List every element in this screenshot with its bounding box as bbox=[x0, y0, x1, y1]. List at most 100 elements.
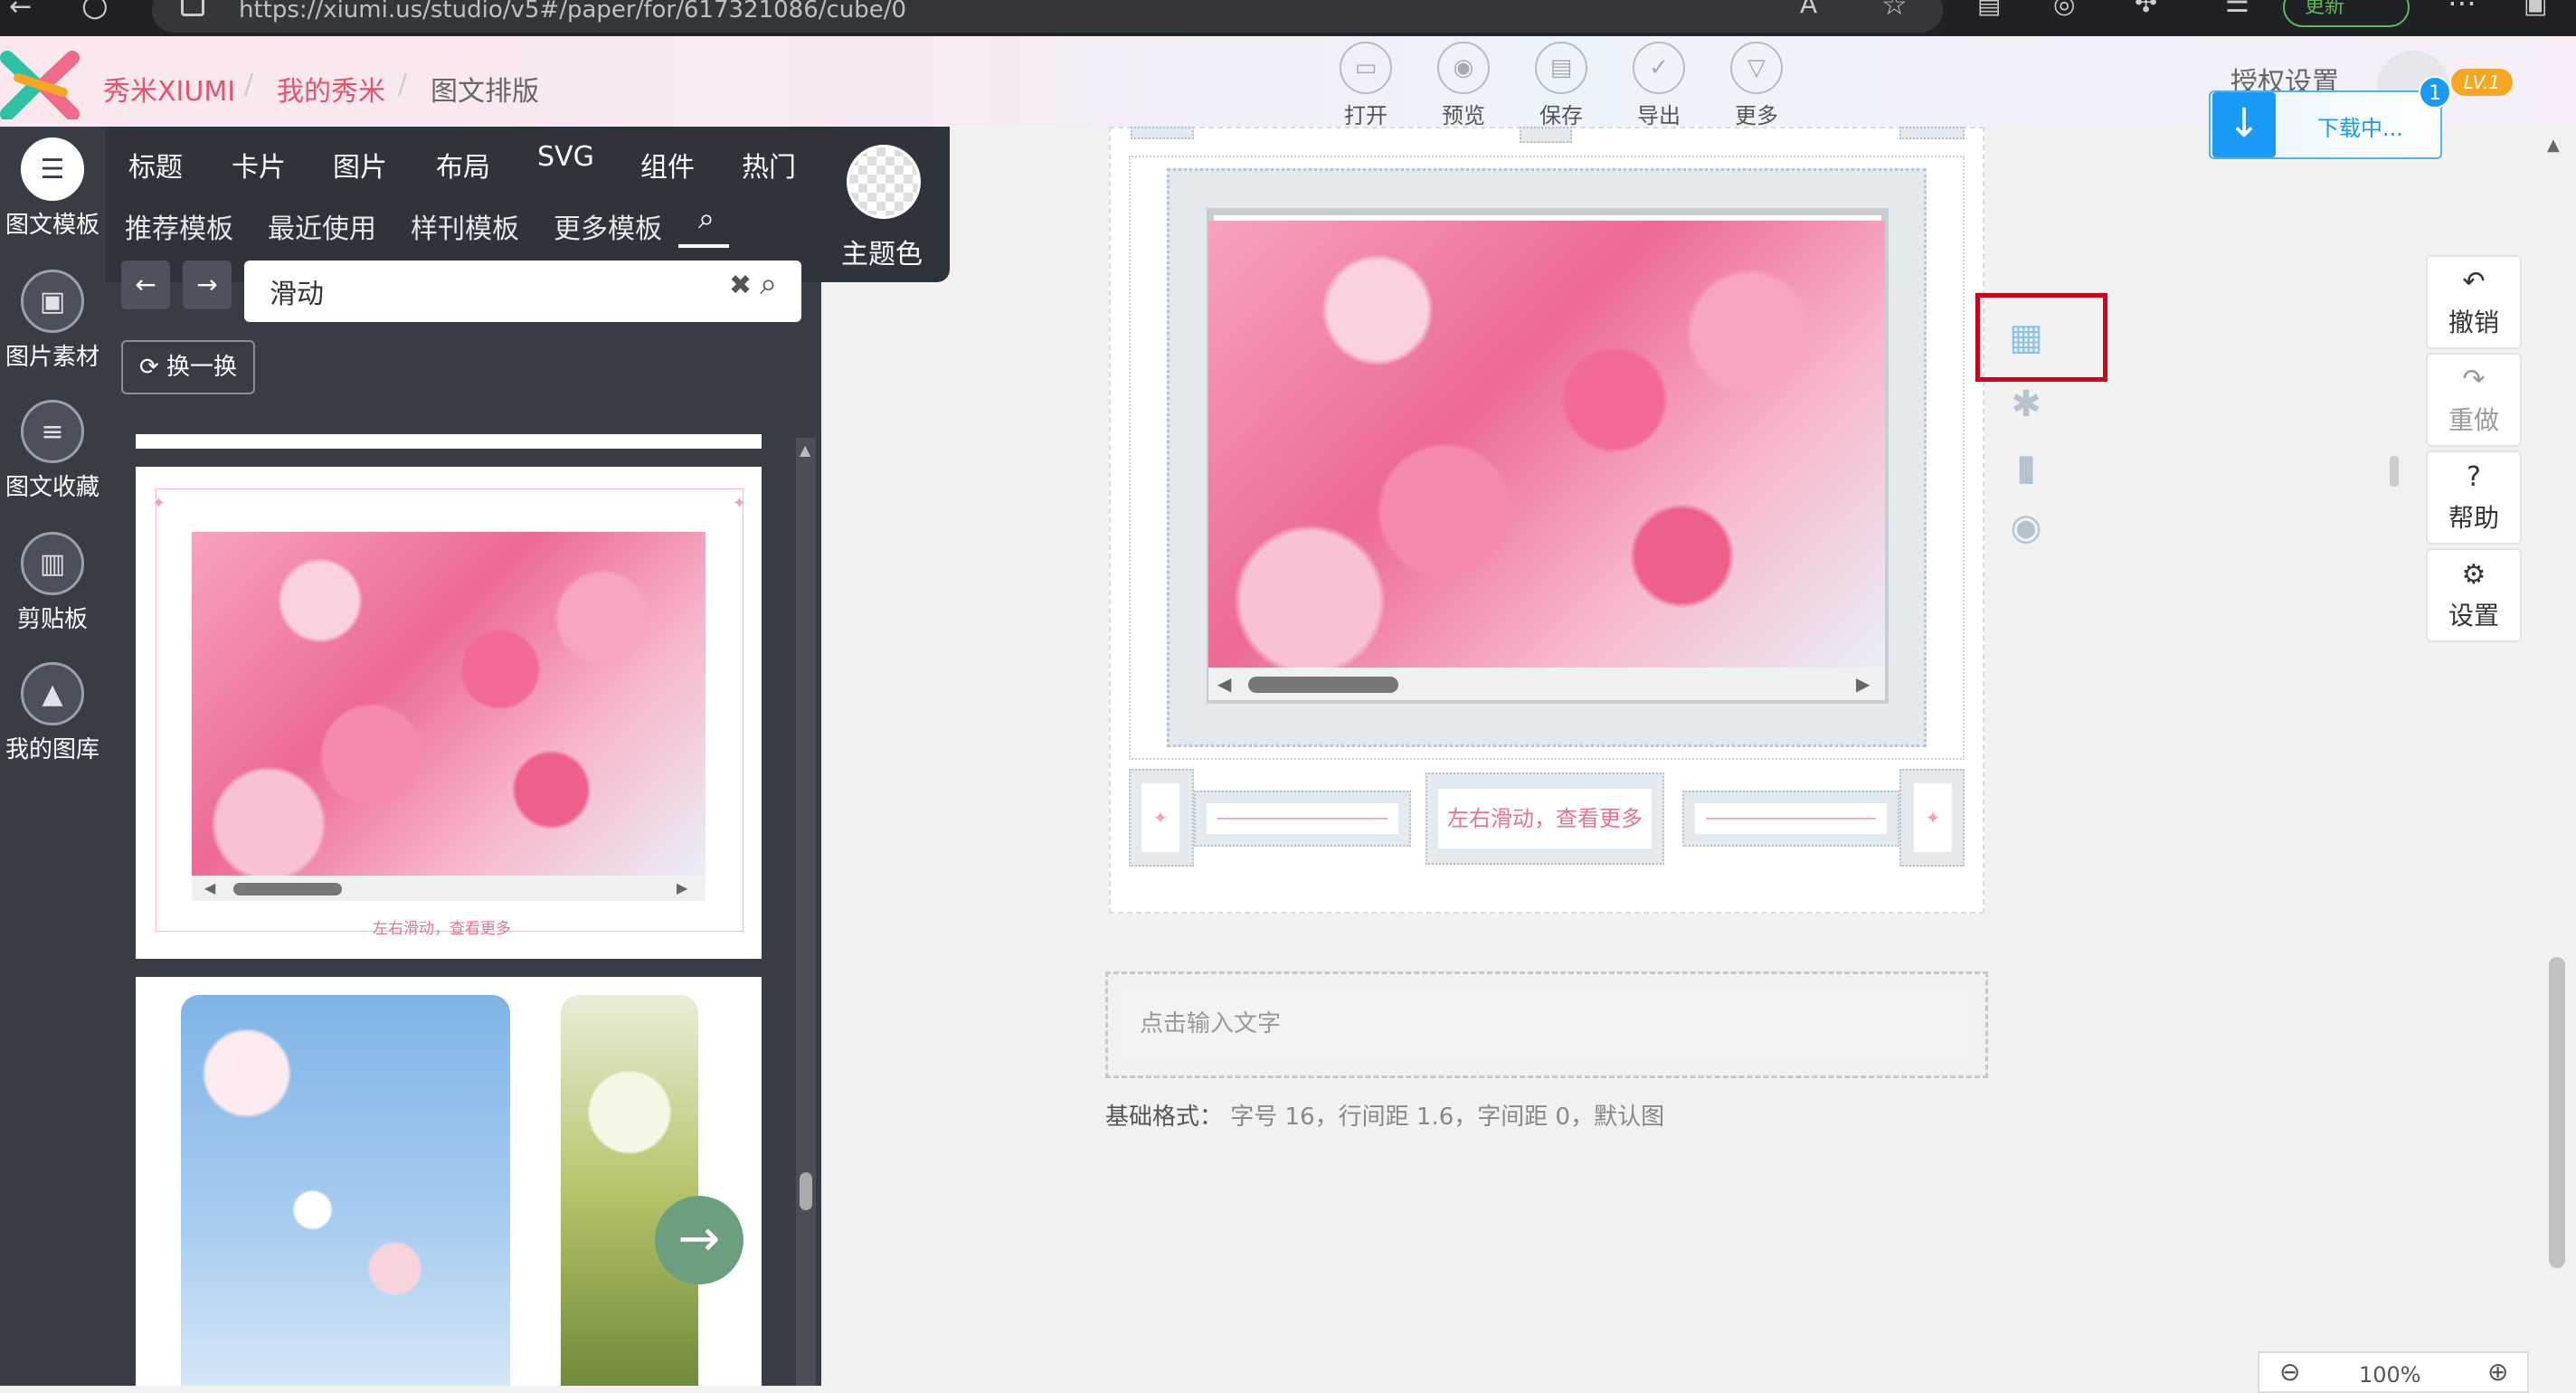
level-badge: LV.1 bbox=[2451, 69, 2513, 96]
main-blossom-image bbox=[1208, 221, 1885, 668]
brand-link[interactable]: 秀米XIUMI bbox=[103, 69, 235, 109]
puzzle-icon[interactable]: ✣ bbox=[2135, 0, 2157, 19]
more-button[interactable]: ▽ 更多 bbox=[1720, 42, 1793, 128]
tab-more-templates[interactable]: 更多模板 bbox=[554, 206, 662, 246]
sidebar-icon[interactable]: ▣ bbox=[2524, 0, 2547, 19]
scroll-left-icon[interactable]: ◀ bbox=[204, 879, 215, 896]
page-scroll-thumb[interactable] bbox=[2549, 957, 2565, 1268]
sparkle-icon: ✦ bbox=[1914, 783, 1952, 852]
template-card-partial[interactable] bbox=[136, 434, 762, 449]
rail-label: 图片素材 bbox=[5, 344, 99, 371]
asterisk-icon[interactable]: ✱ bbox=[1999, 384, 2053, 425]
back-icon[interactable]: ← bbox=[9, 0, 32, 23]
export-button[interactable]: ✓ 导出 bbox=[1623, 42, 1695, 128]
rail-gallery[interactable]: ▲ 我的图库 bbox=[0, 662, 105, 764]
tab-card[interactable]: 卡片 bbox=[232, 145, 286, 185]
rail-images[interactable]: ▣ 图片素材 bbox=[0, 270, 105, 372]
list-icon: ☰ bbox=[21, 137, 84, 201]
download-arrow-icon: ↓ bbox=[2212, 92, 2276, 157]
update-label: 更新 bbox=[2305, 0, 2345, 18]
rail-templates[interactable]: ☰ 图文模板 bbox=[0, 137, 105, 240]
panel-scrollbar[interactable] bbox=[796, 438, 816, 1386]
deco-block bbox=[1131, 127, 1194, 139]
favorites-icon[interactable]: ☰ bbox=[2225, 0, 2249, 19]
tab-layout[interactable]: 布局 bbox=[436, 145, 490, 185]
deco-block bbox=[1520, 127, 1572, 143]
tab-title[interactable]: 标题 bbox=[128, 145, 183, 185]
download-label: 下载中... bbox=[2317, 116, 2403, 141]
address-bar[interactable]: https://xiumi.us/studio/v5#/paper/for/61… bbox=[152, 0, 1943, 33]
open-button[interactable]: ▭ 打开 bbox=[1330, 42, 1402, 128]
forward-arrow-button[interactable]: → bbox=[183, 261, 232, 309]
canvas-scroll-thumb[interactable] bbox=[1248, 677, 1398, 693]
grid-icon[interactable]: ▦ bbox=[1999, 317, 2053, 358]
blossom-image bbox=[192, 532, 706, 876]
settings-button[interactable]: ⚙ 设置 bbox=[2426, 548, 2522, 642]
tab-search-icon[interactable]: ⌕ bbox=[698, 201, 715, 236]
my-xiumi-link[interactable]: 我的秀米 bbox=[277, 69, 385, 109]
image-icon: ▣ bbox=[21, 270, 84, 333]
more-icon: ▽ bbox=[1730, 42, 1783, 94]
search-icon[interactable]: ⌕ bbox=[760, 266, 777, 302]
scroll-right-icon[interactable]: ▶ bbox=[677, 879, 687, 896]
scroll-right-icon[interactable]: ▶ bbox=[1856, 673, 1870, 695]
canvas-caption[interactable]: 左右滑动，查看更多 bbox=[1438, 789, 1652, 848]
tab-sample[interactable]: 样刊模板 bbox=[411, 206, 519, 246]
tab-recent[interactable]: 最近使用 bbox=[268, 206, 376, 246]
menu-dots-icon[interactable]: ⋯ bbox=[2448, 0, 2477, 20]
template-search-input[interactable] bbox=[244, 261, 801, 322]
zoom-out-icon[interactable]: ⊖ bbox=[2279, 1357, 2300, 1387]
section-title: 图文排版 bbox=[431, 76, 539, 108]
redo-button[interactable]: ↷ 重做 bbox=[2426, 353, 2522, 447]
base-format: 基础格式： 字号 16，行间距 1.6，字间距 0，默认图 bbox=[1105, 1098, 1664, 1132]
scroll-up-icon[interactable]: ▲ bbox=[2547, 136, 2560, 155]
zoom-in-icon[interactable]: ⊕ bbox=[2487, 1357, 2508, 1387]
theme-color-swatch[interactable] bbox=[847, 145, 921, 219]
clipboard-icon: ▥ bbox=[21, 532, 84, 595]
sparkle-icon: ✦ bbox=[152, 494, 166, 513]
redo-icon: ↷ bbox=[2462, 364, 2486, 395]
gallery-icon: ▲ bbox=[21, 662, 84, 725]
tab-component[interactable]: 组件 bbox=[640, 145, 695, 185]
site-info-icon[interactable] bbox=[181, 0, 204, 16]
save-button[interactable]: ▤ 保存 bbox=[1525, 42, 1597, 128]
swap-button[interactable]: ⟳ 换一换 bbox=[121, 340, 255, 394]
help-label: 帮助 bbox=[2448, 503, 2499, 533]
tab-hot[interactable]: 热门 bbox=[742, 145, 796, 185]
xiumi-logo[interactable] bbox=[0, 51, 81, 119]
clear-icon[interactable]: ✖ bbox=[729, 270, 752, 301]
rail-favorites[interactable]: ≡ 图文收藏 bbox=[0, 400, 105, 502]
rail-clipboard[interactable]: ▥ 剪贴板 bbox=[0, 532, 105, 634]
open-label: 打开 bbox=[1344, 103, 1387, 128]
collections-icon[interactable]: ▤ bbox=[1977, 0, 2001, 19]
scroll-up-icon[interactable]: ▲ bbox=[800, 441, 810, 459]
read-aloud-icon[interactable]: A bbox=[1800, 0, 1817, 19]
save-icon: ▤ bbox=[1535, 42, 1587, 94]
panel-scroll-thumb[interactable] bbox=[800, 1172, 812, 1210]
rail-label: 我的图库 bbox=[5, 736, 99, 763]
tab-svg[interactable]: SVG bbox=[537, 141, 594, 173]
bar-chart-icon[interactable]: ▮ bbox=[1999, 447, 2053, 488]
refresh-icon[interactable]: ○ bbox=[81, 0, 109, 24]
colon: ： bbox=[1199, 1104, 1224, 1131]
tab-recommended[interactable]: 推荐模板 bbox=[125, 206, 233, 246]
next-arrow-icon[interactable]: → bbox=[655, 1196, 743, 1284]
update-button[interactable]: 更新 bbox=[2283, 0, 2410, 27]
app-header bbox=[0, 36, 2576, 127]
export-label: 导出 bbox=[1637, 103, 1681, 128]
text-input[interactable]: 点击输入文字 bbox=[1120, 988, 1968, 1060]
scroll-thumb[interactable] bbox=[233, 883, 342, 896]
base-format-value: 字号 16，行间距 1.6，字间距 0，默认图 bbox=[1230, 1104, 1665, 1131]
back-arrow-button[interactable]: ← bbox=[121, 261, 170, 309]
star-icon[interactable]: ☆ bbox=[1881, 0, 1908, 22]
preview-button[interactable]: ◉ 预览 bbox=[1427, 42, 1500, 128]
tab-image[interactable]: 图片 bbox=[333, 145, 387, 185]
deco-line bbox=[1706, 818, 1876, 820]
resize-handle[interactable] bbox=[2390, 456, 2399, 487]
undo-button[interactable]: ↶ 撤销 bbox=[2426, 255, 2522, 349]
help-button[interactable]: ? 帮助 bbox=[2426, 450, 2522, 545]
eye-icon[interactable]: ◉ bbox=[1999, 507, 2053, 548]
scroll-left-icon[interactable]: ◀ bbox=[1217, 673, 1231, 695]
extension-icon[interactable]: ◎ bbox=[2053, 0, 2075, 19]
bookmark-icon: ≡ bbox=[21, 400, 84, 463]
